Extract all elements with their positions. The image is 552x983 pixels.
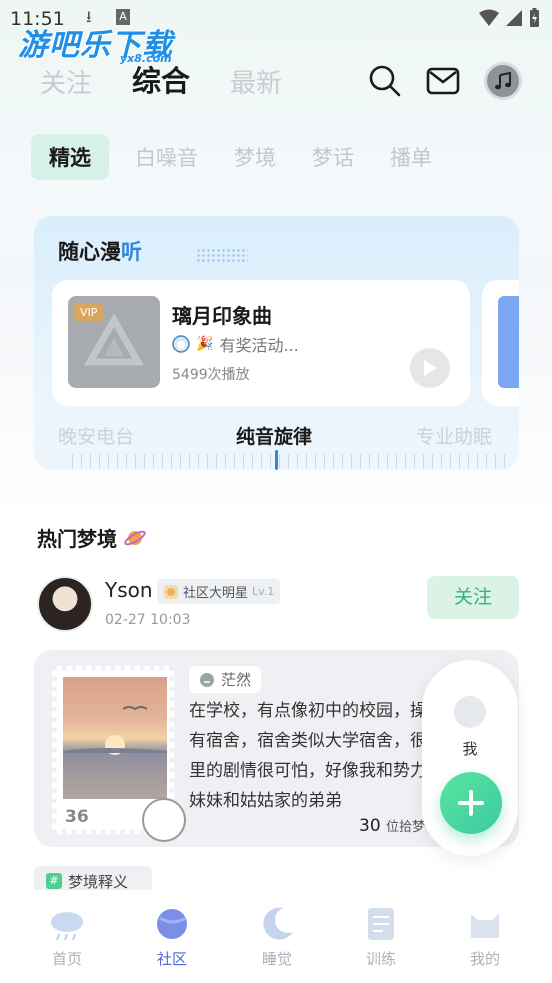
tab-follow[interactable]: 关注 xyxy=(40,63,92,100)
top-tabs: 关注 综合 最新 xyxy=(40,58,282,100)
signal-icon xyxy=(506,10,522,26)
music-icon[interactable] xyxy=(484,62,522,100)
play-icon xyxy=(424,360,437,376)
follow-button[interactable]: 关注 xyxy=(427,576,519,619)
plus-icon xyxy=(458,790,484,816)
category-chips: 精选 白噪音 梦境 梦话 播单 xyxy=(31,134,442,180)
chip-white-noise[interactable]: 白噪音 xyxy=(125,134,208,180)
status-icons xyxy=(479,8,540,28)
listen-card: 随心漫听 VIP 璃月印象曲 🎉 有奖活动... 5499次播放 晚安电台 纯音… xyxy=(34,216,519,470)
next-track-card[interactable] xyxy=(482,280,519,406)
user-badge: 社区大明星 Lv.1 xyxy=(157,579,281,604)
nav-item-community[interactable]: 社区 xyxy=(132,904,212,969)
wifi-icon xyxy=(479,9,499,26)
mood-face-icon xyxy=(200,672,214,687)
radio-tabs: 晚安电台 纯音旋律 专业助眠 xyxy=(34,422,519,450)
stamp-number: 36 xyxy=(65,807,89,827)
track-name: 璃月印象曲 xyxy=(172,304,272,328)
nav-item-sleep[interactable]: 睡觉 xyxy=(237,904,317,969)
search-icon[interactable] xyxy=(368,64,402,98)
creator-avatar-icon xyxy=(172,335,190,353)
post-time: 02-27 10:03 xyxy=(105,612,191,628)
play-button[interactable] xyxy=(410,348,450,388)
radio-tab-goodnight[interactable]: 晚安电台 xyxy=(58,422,134,449)
tab-latest[interactable]: 最新 xyxy=(230,63,282,100)
chip-sleep-talk[interactable]: 梦话 xyxy=(302,134,364,180)
chip-dream[interactable]: 梦境 xyxy=(224,134,286,180)
hot-dreams-heading: 热门梦境 xyxy=(37,523,147,552)
post-header: Yson 社区大明星 Lv.1 02-27 10:03 关注 xyxy=(37,576,519,636)
planet-icon xyxy=(157,909,187,939)
top-actions xyxy=(368,62,522,100)
cloud-rain-icon xyxy=(51,912,83,941)
my-avatar[interactable] xyxy=(454,696,486,728)
chip-featured[interactable]: 精选 xyxy=(31,134,109,180)
notebook-icon xyxy=(368,908,394,940)
tab-comprehensive[interactable]: 综合 xyxy=(132,58,190,100)
track-card[interactable]: VIP 璃月印象曲 🎉 有奖活动... 5499次播放 xyxy=(52,280,470,406)
track-cover: VIP xyxy=(68,296,160,388)
decorative-dots xyxy=(196,248,248,264)
chip-playlist[interactable]: 播单 xyxy=(380,134,442,180)
battery-icon xyxy=(530,8,539,27)
vip-badge: VIP xyxy=(74,304,104,321)
mail-icon[interactable] xyxy=(426,67,460,95)
radio-tab-sleep-aid[interactable]: 专业助眠 xyxy=(416,422,492,449)
hashtag-icon: # xyxy=(46,873,62,889)
party-icon: 🎉 xyxy=(196,336,214,352)
ruler-indicator[interactable] xyxy=(275,450,278,470)
avatar[interactable] xyxy=(37,576,93,632)
add-post-button[interactable] xyxy=(440,772,502,834)
stamp-sunset-image xyxy=(63,677,167,799)
postmark-icon xyxy=(142,798,186,842)
track-plays: 5499次播放 xyxy=(172,367,250,383)
post-username[interactable]: Yson xyxy=(105,578,153,602)
listen-card-title: 随心漫听 xyxy=(58,240,142,264)
nav-item-mine[interactable]: 我的 xyxy=(445,904,525,969)
mood-tag: 茫然 xyxy=(189,666,262,693)
planet-emoji-icon xyxy=(124,530,146,545)
star-badge-icon xyxy=(164,584,178,599)
cat-icon xyxy=(471,914,499,938)
bottom-nav: 首页 社区 睡觉 训练 我的 xyxy=(0,890,552,983)
tuning-ruler[interactable] xyxy=(72,454,512,468)
moon-icon xyxy=(263,907,293,940)
track-subtitle: 🎉 有奖活动... xyxy=(172,332,299,356)
nav-item-home[interactable]: 首页 xyxy=(27,904,107,969)
me-label[interactable]: 我 xyxy=(422,738,518,759)
dream-count: 30 位拾梦 xyxy=(359,816,426,836)
nav-item-training[interactable]: 训练 xyxy=(341,904,421,969)
radio-tab-pure-music[interactable]: 纯音旋律 xyxy=(236,422,312,449)
